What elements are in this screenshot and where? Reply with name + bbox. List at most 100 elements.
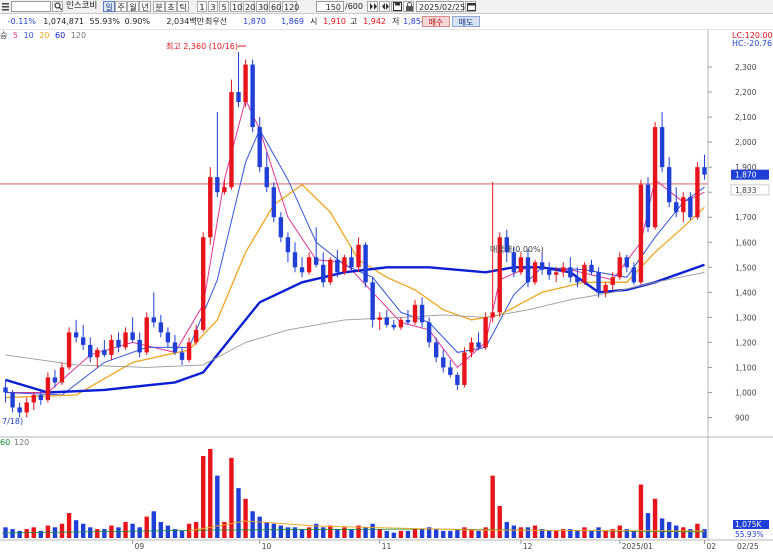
candle-body[interactable] [617,257,622,278]
volume-bar[interactable] [518,527,524,538]
volume-bar[interactable] [455,529,460,538]
stock-chart[interactable]: 최고 2,360 (10/16) 7/18) 매물대(0.00%) LC:120… [0,0,773,552]
volume-bar[interactable] [123,521,128,538]
volume-bar[interactable] [419,529,425,538]
candle-body[interactable] [306,257,312,273]
volume-bar[interactable] [370,523,375,538]
volume-bar[interactable] [88,527,93,538]
candle-body[interactable] [363,244,368,283]
candle-body[interactable] [384,317,389,325]
candle-body[interactable] [695,167,700,218]
volume-bar[interactable] [476,530,481,538]
candle-body[interactable] [292,252,298,268]
volume-bar[interactable] [201,456,206,538]
volume-bar[interactable] [645,513,651,538]
candle-body[interactable] [116,339,121,348]
volume-bar[interactable] [158,521,164,538]
candle-body[interactable] [568,267,573,278]
volume-bar[interactable] [652,498,658,538]
candle-body[interactable] [589,264,594,273]
candle-body[interactable] [462,352,467,385]
volume-bar[interactable] [638,484,644,538]
volume-bar[interactable] [278,525,284,538]
candle-body[interactable] [391,324,397,328]
volume-bar[interactable] [299,529,305,538]
candle-body[interactable] [596,272,601,293]
candle-body[interactable] [631,267,637,283]
volume-bar[interactable] [554,530,559,538]
volume-bar[interactable] [208,448,213,538]
candle-body[interactable] [688,197,693,218]
candle-body[interactable] [73,332,79,338]
candle-body[interactable] [215,177,220,193]
volume-bar[interactable] [236,488,241,538]
volume-bar[interactable] [405,530,411,538]
volume-bar[interactable] [38,530,44,538]
candle-body[interactable] [561,267,566,273]
candle-body[interactable] [151,317,156,323]
volume-bar[interactable] [215,475,220,538]
volume-bar[interactable] [511,525,517,538]
volume-bar[interactable] [688,529,693,538]
volume-bar[interactable] [490,475,495,538]
candle-body[interactable] [370,282,375,320]
volume-bar[interactable] [80,523,86,538]
volume-bar[interactable] [433,529,439,538]
candle-body[interactable] [674,202,679,213]
candle-body[interactable] [575,277,580,283]
candle-body[interactable] [45,377,51,400]
volume-bar[interactable] [398,530,404,538]
volume-bar[interactable] [137,527,142,538]
candle-body[interactable] [659,127,665,168]
candle-body[interactable] [681,197,686,213]
candle-body[interactable] [278,217,284,238]
candle-body[interactable] [610,277,615,285]
candle-body[interactable] [490,312,495,318]
candle-body[interactable] [666,167,672,203]
volume-bar[interactable] [229,457,234,538]
candle-body[interactable] [645,184,651,228]
volume-bar[interactable] [575,530,580,538]
volume-bar[interactable] [462,527,467,538]
volume-bar[interactable] [384,530,389,538]
volume-bar[interactable] [116,527,121,538]
candle-body[interactable] [10,392,15,408]
candle-body[interactable] [257,127,262,168]
volume-bar[interactable] [483,527,488,538]
candle-body[interactable] [455,374,460,385]
candle-body[interactable] [546,269,552,275]
candle-body[interactable] [652,127,658,228]
candle-body[interactable] [137,339,142,353]
volume-bar[interactable] [335,529,340,538]
candle-body[interactable] [342,257,347,273]
volume-bar[interactable] [24,529,29,538]
candle-body[interactable] [554,272,559,275]
volume-bar[interactable] [59,523,65,538]
candle-body[interactable] [624,257,630,268]
volume-bar[interactable] [681,527,686,538]
candle-body[interactable] [433,342,439,358]
volume-bar[interactable] [349,529,354,538]
candle-body[interactable] [525,257,531,283]
volume-bar[interactable] [525,527,531,538]
candle-body[interactable] [208,177,213,238]
candle-body[interactable] [80,337,86,345]
candle-body[interactable] [165,332,171,343]
candle-body[interactable] [356,244,361,268]
volume-bar[interactable] [45,525,51,538]
candle-body[interactable] [377,317,382,320]
candle-body[interactable] [335,259,340,273]
candle-body[interactable] [419,304,425,323]
candle-body[interactable] [66,332,72,368]
volume-bar[interactable] [10,529,15,538]
volume-bar[interactable] [441,530,446,538]
volume-bar[interactable] [321,527,326,538]
candle-body[interactable] [448,367,453,375]
candle-body[interactable] [398,319,404,328]
candle-body[interactable] [299,267,305,273]
volume-bar[interactable] [292,527,298,538]
candle-body[interactable] [483,317,488,348]
volume-bar[interactable] [582,527,587,538]
candle-body[interactable] [271,187,277,218]
volume-bar[interactable] [377,529,382,538]
